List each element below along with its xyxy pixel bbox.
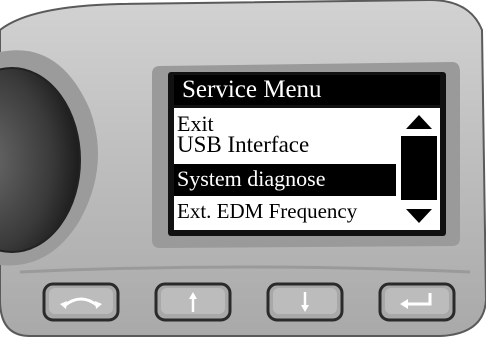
menu-list: Exit USB Interface System diagnose Ext. … bbox=[174, 108, 440, 230]
menu-item-usb-interface[interactable]: USB Interface bbox=[174, 132, 396, 160]
back-key[interactable] bbox=[42, 282, 120, 322]
instrument-panel: Service Menu Exit USB Interface System d… bbox=[0, 0, 486, 337]
scroll-down-button[interactable] bbox=[400, 202, 438, 230]
triangle-up-icon bbox=[406, 115, 432, 129]
triangle-down-icon bbox=[406, 209, 432, 223]
up-key[interactable] bbox=[154, 282, 232, 322]
lcd-screen: Service Menu Exit USB Interface System d… bbox=[168, 72, 446, 236]
scrollbar[interactable] bbox=[400, 108, 438, 230]
down-key[interactable] bbox=[266, 282, 344, 322]
scroll-thumb[interactable] bbox=[401, 136, 437, 200]
enter-key[interactable] bbox=[378, 282, 456, 322]
menu-item-system-diagnose[interactable]: System diagnose bbox=[174, 164, 396, 196]
screen-title: Service Menu bbox=[174, 75, 440, 105]
scroll-up-button[interactable] bbox=[400, 108, 438, 136]
menu-item-exit[interactable]: Exit bbox=[174, 108, 396, 132]
menu-item-ext-edm-frequency[interactable]: Ext. EDM Frequency bbox=[174, 196, 396, 226]
